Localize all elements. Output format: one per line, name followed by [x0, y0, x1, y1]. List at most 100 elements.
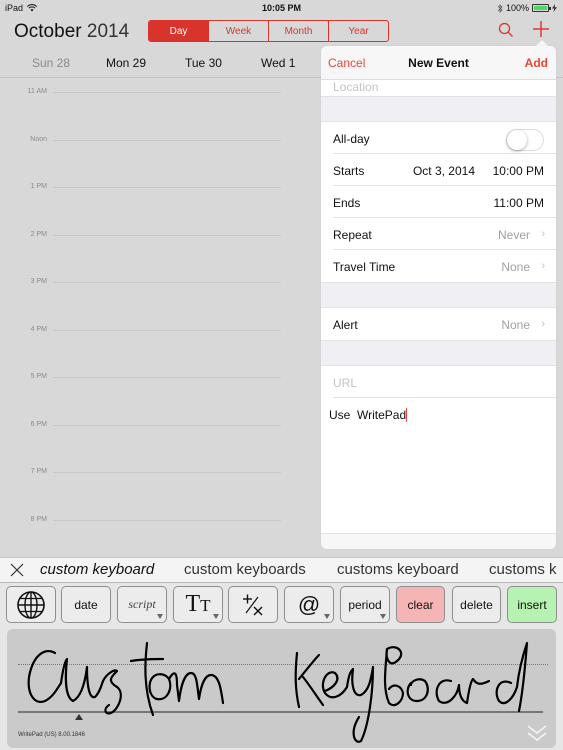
- delete-key-label: delete: [460, 597, 493, 612]
- hour-label: 8 PM: [30, 515, 47, 523]
- hour-gridline: [53, 139, 281, 141]
- at-key-label: @: [297, 591, 321, 617]
- dropdown-indicator-icon: [380, 614, 386, 619]
- suggestion-item[interactable]: customs k: [489, 561, 557, 578]
- add-event-icon[interactable]: [532, 20, 550, 38]
- hour-gridline: [53, 282, 281, 283]
- at-key[interactable]: @: [284, 586, 334, 623]
- section-gap: [321, 282, 556, 308]
- hour-row: 6 PM: [0, 421, 300, 437]
- dropdown-indicator-icon: [157, 614, 163, 619]
- clear-key[interactable]: clear: [396, 586, 445, 623]
- text-size-key[interactable]: TT: [173, 586, 223, 623]
- delete-key[interactable]: delete: [452, 586, 501, 623]
- hour-label: 3 PM: [30, 278, 47, 285]
- notes-text: Use WritePad: [329, 408, 407, 422]
- text-size-icon: TT: [185, 591, 211, 617]
- search-icon[interactable]: [498, 22, 514, 38]
- repeat-row[interactable]: Repeat Never ›: [321, 218, 556, 250]
- toggle-knob: [507, 130, 527, 150]
- hide-keyboard-icon[interactable]: [526, 724, 548, 742]
- script-key[interactable]: script: [117, 586, 167, 623]
- tab-day[interactable]: Day: [149, 21, 208, 41]
- hour-gridline: [53, 424, 281, 426]
- hour-gridline: [53, 234, 281, 236]
- suggestion-item[interactable]: customs keyboard: [337, 561, 459, 578]
- starts-date: Oct 3, 2014: [412, 164, 475, 178]
- date-key[interactable]: date: [61, 586, 111, 623]
- travel-time-label: Travel Time: [333, 260, 396, 274]
- alert-row[interactable]: Alert None ›: [321, 308, 556, 340]
- hour-row: 2 PM: [0, 231, 300, 247]
- travel-time-row[interactable]: Travel Time None ›: [321, 250, 556, 282]
- starts-row[interactable]: Starts Oct 3, 2014 10:00 PM: [321, 154, 556, 186]
- date-key-label: date: [74, 597, 98, 612]
- month-title: October 2014: [14, 21, 129, 43]
- tab-week[interactable]: Week: [208, 21, 268, 41]
- hour-gridline: [53, 92, 281, 93]
- url-field[interactable]: URL: [321, 366, 556, 398]
- status-bar: iPad 10:05 PM 100%: [0, 0, 563, 16]
- clock: 10:05 PM: [261, 3, 302, 13]
- math-key[interactable]: [228, 586, 278, 623]
- day-header[interactable]: Mon 29: [106, 56, 146, 70]
- section-gap: [321, 96, 556, 122]
- add-button[interactable]: Add: [525, 56, 548, 70]
- tab-year[interactable]: Year: [328, 21, 388, 41]
- hour-gridline: [53, 377, 281, 378]
- day-header[interactable]: Wed 1: [261, 56, 295, 70]
- battery-percent: 100%: [505, 3, 529, 13]
- period-key[interactable]: period: [340, 586, 390, 623]
- all-day-toggle[interactable]: [506, 129, 544, 151]
- repeat-label: Repeat: [333, 228, 372, 242]
- hour-label: 6 PM: [30, 420, 47, 428]
- day-header[interactable]: Sun 28: [32, 56, 70, 70]
- popover-footer: [321, 533, 556, 549]
- writepad-keyboard: date script TT @ period clear delete ins…: [0, 583, 563, 750]
- handwriting-ink: [27, 641, 529, 743]
- clear-key-label: clear: [407, 597, 434, 612]
- suggestion-item[interactable]: custom keyboards: [184, 561, 306, 578]
- section-gap: [321, 340, 556, 366]
- hour-row: 5 PM: [0, 373, 300, 389]
- repeat-value: Never: [497, 228, 530, 242]
- day-header[interactable]: Tue 30: [185, 56, 222, 70]
- bluetooth-icon: [497, 3, 503, 13]
- notes-field[interactable]: Use WritePad: [329, 408, 408, 422]
- starts-time: 10:00 PM: [492, 164, 544, 178]
- new-event-popover: Cancel New Event Add Location All-day St…: [321, 46, 556, 549]
- suggestion-bar: custom keyboard custom keyboards customs…: [0, 557, 563, 583]
- hour-gridline: [53, 329, 281, 331]
- plus-times-icon: [243, 594, 263, 615]
- hour-label: 11 AM: [27, 88, 47, 95]
- travel-time-value: None: [501, 260, 530, 274]
- hour-row: 8 PM: [0, 516, 300, 532]
- charging-icon: [552, 4, 557, 12]
- hour-row: 4 PM: [0, 326, 300, 342]
- all-day-row: All-day: [321, 122, 556, 154]
- ends-time: 11:00 PM: [493, 196, 544, 210]
- chevron-right-icon: ›: [541, 260, 545, 272]
- url-placeholder: URL: [333, 376, 358, 390]
- ends-label: Ends: [333, 196, 361, 210]
- tab-month[interactable]: Month: [268, 21, 328, 41]
- month-label: October: [14, 21, 82, 42]
- handwriting-pad[interactable]: WritePad (US) 8.00.1846: [7, 629, 556, 748]
- insert-key[interactable]: insert: [507, 586, 557, 623]
- alert-value: None: [501, 318, 530, 332]
- insert-key-label: insert: [517, 597, 547, 612]
- all-day-label: All-day: [333, 132, 370, 146]
- chevron-right-icon: ›: [541, 228, 545, 240]
- popover-title: New Event: [408, 56, 469, 70]
- popover-header: Cancel New Event Add: [321, 46, 556, 80]
- close-icon[interactable]: [9, 562, 25, 578]
- period-key-label: period: [348, 597, 382, 612]
- suggestion-item[interactable]: custom keyboard: [40, 561, 154, 578]
- globe-key[interactable]: [6, 586, 56, 623]
- script-key-label: script: [128, 597, 156, 611]
- ends-row[interactable]: Ends 11:00 PM: [321, 186, 556, 218]
- dropdown-indicator-icon: [213, 614, 219, 619]
- globe-icon: [17, 590, 45, 619]
- version-label: WritePad (US) 8.00.1846: [18, 732, 85, 738]
- alert-label: Alert: [333, 318, 358, 332]
